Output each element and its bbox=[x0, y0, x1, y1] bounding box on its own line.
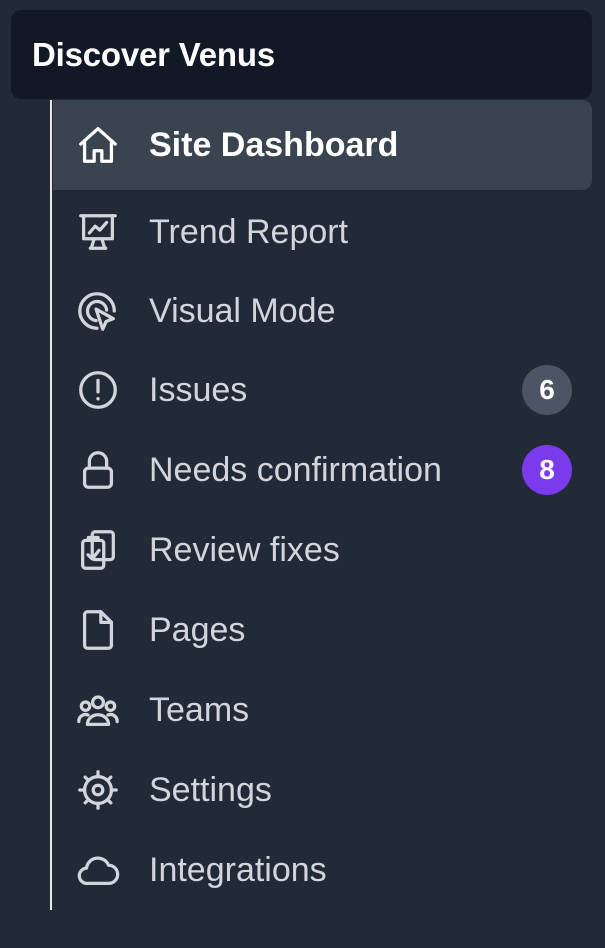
needs-confirmation-count-badge: 8 bbox=[522, 445, 572, 495]
nav-item-settings[interactable]: Settings bbox=[53, 750, 592, 830]
nav-item-issues[interactable]: Issues 6 bbox=[53, 350, 592, 430]
nav-label-issues: Issues bbox=[149, 370, 248, 409]
nav-label-review-fixes: Review fixes bbox=[149, 530, 340, 569]
lock-icon bbox=[75, 447, 121, 493]
nav-label-site-dashboard: Site Dashboard bbox=[149, 125, 399, 164]
nav-label-settings: Settings bbox=[149, 770, 272, 809]
nav-label-trend-report: Trend Report bbox=[149, 212, 349, 251]
nav-item-pages[interactable]: Pages bbox=[53, 590, 592, 670]
cursor-rays-icon bbox=[75, 288, 121, 334]
site-header[interactable]: Discover Venus bbox=[11, 10, 592, 99]
exclamation-circle-icon bbox=[75, 367, 121, 413]
user-group-icon bbox=[75, 687, 121, 733]
presentation-chart-icon bbox=[75, 209, 121, 255]
cloud-icon bbox=[75, 847, 121, 893]
nav-item-trend-report[interactable]: Trend Report bbox=[53, 192, 592, 272]
cog-icon bbox=[75, 767, 121, 813]
nav-label-integrations: Integrations bbox=[149, 850, 327, 889]
nav-item-teams[interactable]: Teams bbox=[53, 670, 592, 750]
nav-item-visual-mode[interactable]: Visual Mode bbox=[53, 271, 592, 351]
home-icon bbox=[75, 122, 121, 168]
nav-label-pages: Pages bbox=[149, 610, 246, 649]
document-icon bbox=[75, 607, 121, 653]
issues-count-badge: 6 bbox=[522, 365, 572, 415]
nav-label-needs-confirmation: Needs confirmation bbox=[149, 450, 442, 489]
nav-item-integrations[interactable]: Integrations bbox=[53, 830, 592, 910]
nav-tree-line bbox=[50, 100, 52, 910]
site-title: Discover Venus bbox=[32, 35, 275, 73]
nav-label-teams: Teams bbox=[149, 690, 250, 729]
nav-item-site-dashboard[interactable]: Site Dashboard bbox=[53, 100, 592, 190]
nav-label-visual-mode: Visual Mode bbox=[149, 291, 336, 330]
nav-item-needs-confirmation[interactable]: Needs confirmation 8 bbox=[53, 430, 592, 510]
nav-item-review-fixes[interactable]: Review fixes bbox=[53, 510, 592, 590]
clipboard-check-icon bbox=[75, 527, 121, 573]
